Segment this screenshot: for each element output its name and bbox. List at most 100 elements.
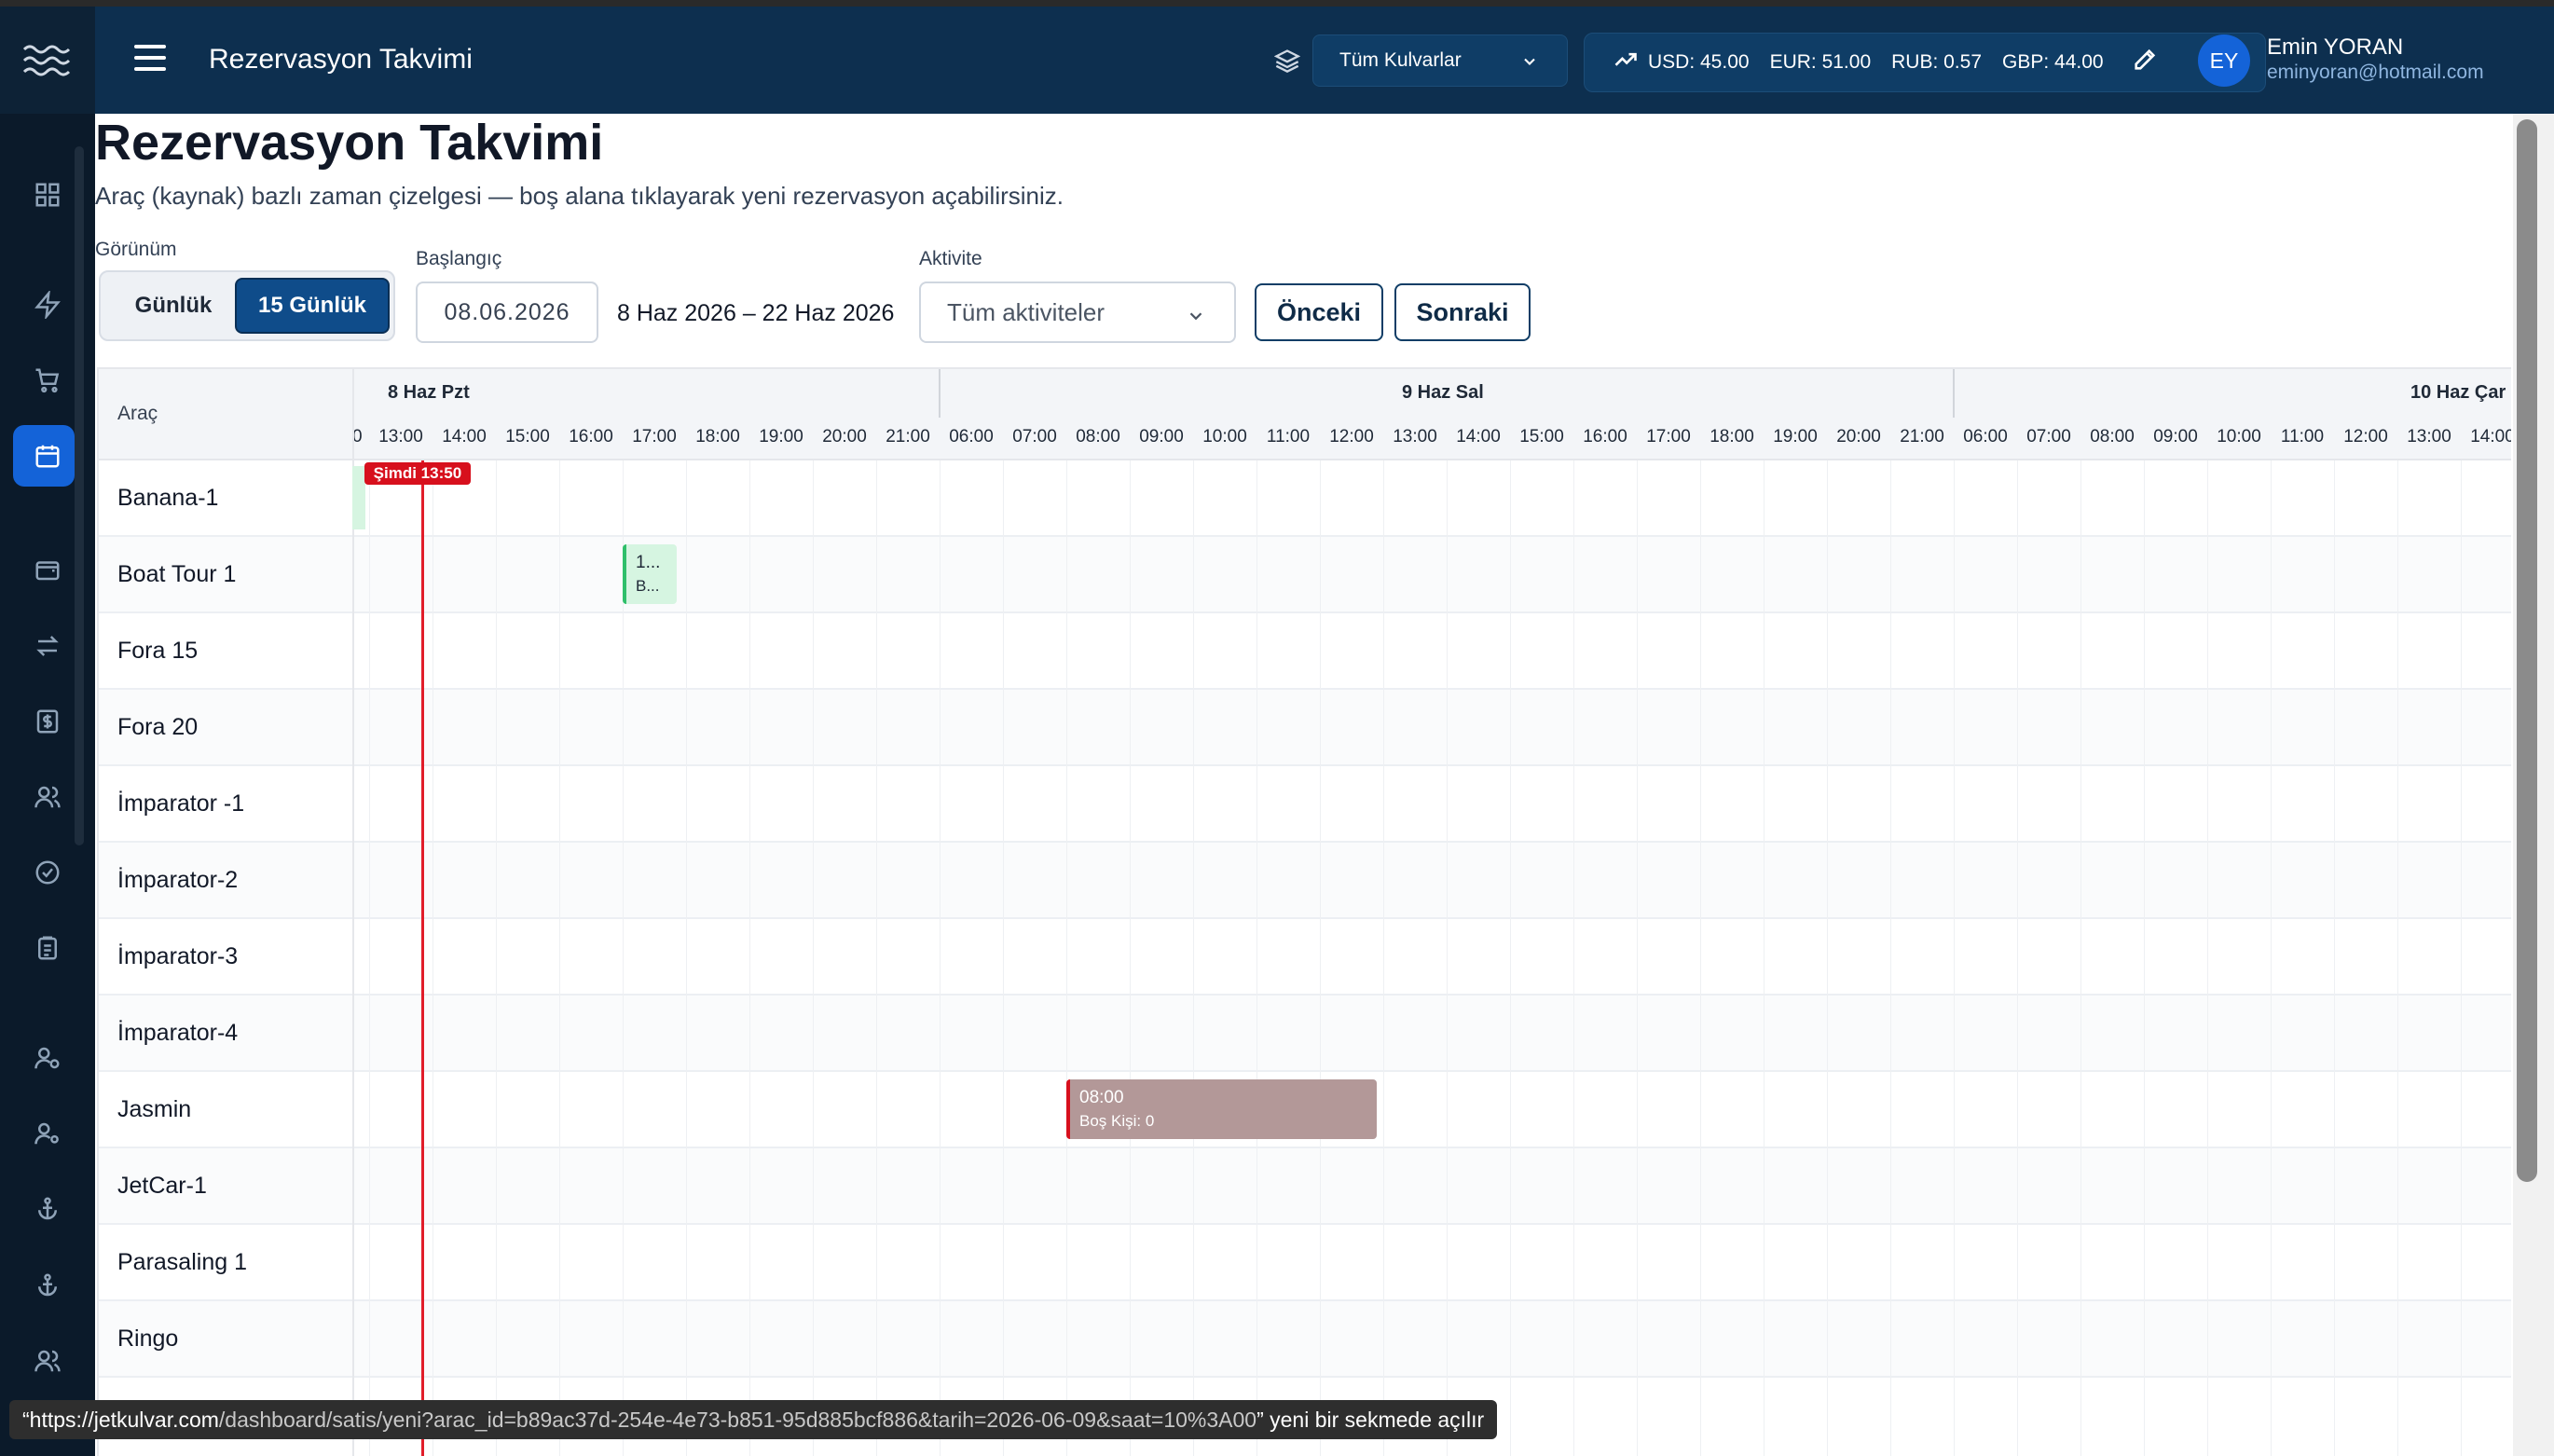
hour-label: 17:00 [632, 427, 677, 446]
resource-row[interactable]: Fora 15 [99, 613, 2511, 690]
booking-block[interactable]: 1... B... [623, 544, 677, 604]
main-content: Rezervasyon Takvimi Araç (kaynak) bazlı … [95, 114, 2513, 1456]
prev-button[interactable]: Önceki [1255, 283, 1383, 341]
view-daily-button[interactable]: Günlük [110, 278, 237, 334]
user-name[interactable]: Emin YORAN [2267, 34, 2403, 61]
grid-icon [35, 183, 60, 207]
now-indicator-line [420, 460, 424, 1456]
page-scrollbar-thumb[interactable] [2517, 119, 2537, 1182]
calendar-icon [35, 445, 60, 468]
resource-row[interactable]: İmparator-4 [99, 996, 2511, 1072]
hour-gridline [1700, 460, 1701, 1456]
hour-label: 09:00 [1139, 427, 1184, 446]
resource-row[interactable]: Fora 20 [99, 690, 2511, 766]
hour-label: 20:00 [1836, 427, 1881, 446]
hour-label: 21:00 [886, 427, 930, 446]
hour-gridline [1003, 460, 1004, 1456]
status-path: /dashboard/satis/yeni?arac_id=b89ac37d-2… [218, 1407, 1257, 1432]
sidebar-item-finance[interactable] [0, 689, 95, 754]
user-gear-icon [34, 1122, 59, 1145]
user-settings-icon [34, 1047, 60, 1069]
hour-label: 21:00 [1900, 427, 1944, 446]
status-quote-open: “ [22, 1407, 30, 1432]
view-toggle: Günlük 15 Günlük [99, 270, 395, 341]
check-circle-icon [35, 860, 60, 885]
booking-block[interactable]: 08:00 Boş Kişi: 0 [1066, 1079, 1378, 1139]
avatar[interactable]: EY [2198, 34, 2250, 87]
sidebar-item-agents[interactable] [0, 1101, 95, 1166]
booking-line-1: 1... [636, 553, 661, 572]
hour-gridline [876, 460, 877, 1456]
resource-name: Jasmin [117, 1096, 192, 1122]
page-title: Rezervasyon Takvimi [95, 115, 604, 171]
resource-row[interactable]: Parasaling 1 [99, 1225, 2511, 1301]
start-date-input[interactable]: 08.06.2026 [416, 282, 598, 343]
resource-name: İmparator-4 [117, 1020, 239, 1046]
hour-gridline [1383, 460, 1384, 1456]
hour-label: 19:00 [1773, 427, 1818, 446]
sidebar-item-reports[interactable] [0, 915, 95, 981]
menu-toggle-icon[interactable] [134, 45, 168, 73]
rate-eur: EUR: 51.00 [1769, 51, 1872, 73]
window-top-edge [0, 0, 2554, 7]
booking-line-2: B... [636, 577, 660, 595]
resource-name: Parasaling 1 [117, 1249, 247, 1275]
hour-gridline [1256, 460, 1257, 1456]
timeline-header: Araç 0 13:00 14:00 15:00 16:00 17:00 18:00 19:0… [99, 369, 2511, 460]
view-15day-button[interactable]: 15 Günlük [235, 278, 390, 334]
anchor-icon [38, 1273, 57, 1297]
logo-waves-icon[interactable] [0, 7, 95, 114]
sidebar-item-customers[interactable] [0, 764, 95, 830]
clipboard-icon [38, 936, 57, 960]
hour-label: 13:00 [2407, 427, 2451, 446]
hour-label: 08:00 [1076, 427, 1120, 446]
trending-up-icon [1613, 47, 1648, 78]
hour-gridline [623, 460, 624, 1456]
activity-label: Aktivite [919, 248, 982, 269]
sidebar-item-team[interactable] [0, 1328, 95, 1394]
hour-gridline [1510, 460, 1511, 1456]
hour-label: 13:00 [1393, 427, 1437, 446]
resource-row[interactable]: İmparator-2 [99, 843, 2511, 919]
booking-continued[interactable] [352, 466, 365, 529]
hour-gridline [1447, 460, 1448, 1456]
resource-name: Banana-1 [117, 485, 219, 511]
resource-name: Boat Tour 1 [117, 561, 237, 587]
hour-gridline [559, 460, 560, 1456]
hour-label: 07:00 [2026, 427, 2071, 446]
next-button[interactable]: Sonraki [1394, 283, 1531, 341]
activity-select[interactable]: Tüm aktiviteler [919, 282, 1236, 343]
users-icon [34, 1350, 61, 1372]
timeline-grid: Araç 0 13:00 14:00 15:00 16:00 17:00 18:00 19:0… [97, 367, 2511, 1456]
sidebar-item-wallet[interactable] [0, 537, 95, 602]
sidebar-item-marina[interactable] [0, 1176, 95, 1242]
arrows-exchange-icon [36, 636, 59, 656]
hour-label: 18:00 [695, 427, 740, 446]
hour-label: 15:00 [505, 427, 550, 446]
sidebar-item-quick[interactable] [0, 272, 95, 337]
sidebar-item-staff[interactable] [0, 1025, 95, 1091]
resource-row[interactable]: İmparator -1 [99, 766, 2511, 843]
hour-gridline [813, 460, 814, 1456]
sidebar-item-approvals[interactable] [0, 840, 95, 905]
resource-name: İmparator -1 [117, 790, 245, 817]
hour-gridline [1827, 460, 1828, 1456]
resource-row[interactable]: İmparator-3 [99, 919, 2511, 996]
sidebar-item-calendar[interactable] [0, 423, 95, 488]
sidebar-item-sales[interactable] [0, 348, 95, 413]
sidebar [0, 7, 95, 1456]
route-select-value: Tüm Kulvarlar [1339, 49, 1462, 71]
resource-row[interactable]: JetCar-1 [99, 1148, 2511, 1225]
resource-row[interactable]: Boat Tour 1 [99, 537, 2511, 613]
sidebar-item-vessels[interactable] [0, 1253, 95, 1318]
edit-rates-icon[interactable] [2124, 47, 2158, 78]
resource-name: İmparator-3 [117, 943, 239, 969]
sidebar-item-dashboard[interactable] [0, 162, 95, 227]
layers-icon [1273, 48, 1301, 78]
hour-label: 19:00 [759, 427, 803, 446]
resource-row[interactable]: Ringo [99, 1301, 2511, 1378]
day-separator [939, 369, 941, 418]
route-select[interactable]: Tüm Kulvarlar [1312, 34, 1568, 87]
hour-label: 14:00 [2470, 427, 2511, 446]
sidebar-item-transfers[interactable] [0, 613, 95, 679]
